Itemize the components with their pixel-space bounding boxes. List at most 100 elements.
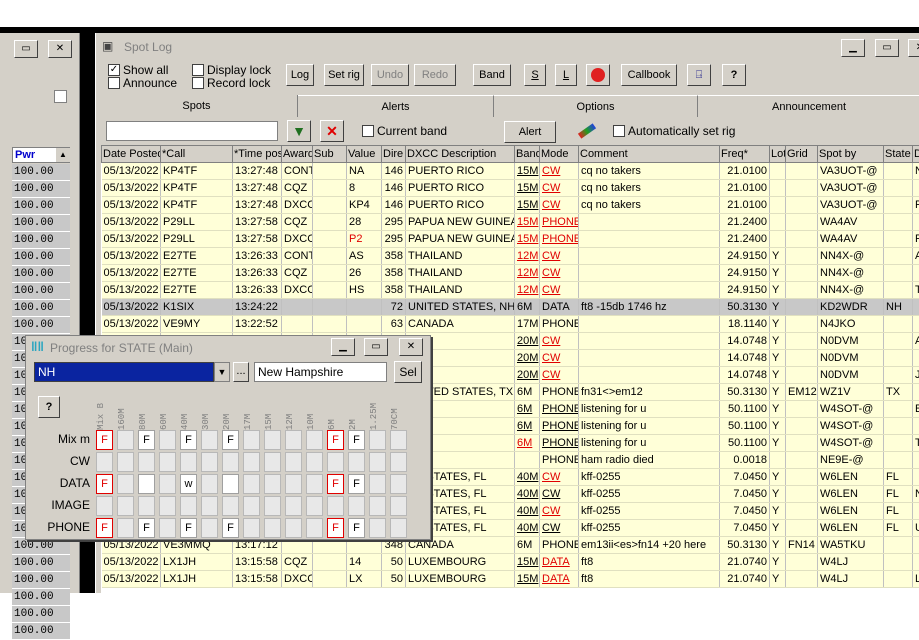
column-header[interactable]: Award xyxy=(282,146,313,163)
progress-cell[interactable]: F xyxy=(96,474,113,494)
column-header[interactable]: *Time pos xyxy=(233,146,282,163)
column-header[interactable]: DXCC Description xyxy=(406,146,515,163)
progress-cell[interactable]: F xyxy=(348,474,365,494)
pwr-cell[interactable]: 100.00 xyxy=(12,317,70,334)
progress-cell[interactable] xyxy=(117,474,134,494)
progress-cell[interactable] xyxy=(306,474,323,494)
close-button[interactable]: ✕ xyxy=(48,40,72,58)
progress-cell[interactable] xyxy=(390,518,407,538)
progress-cell[interactable] xyxy=(285,452,302,472)
progress-cell[interactable] xyxy=(117,496,134,516)
progress-cell[interactable] xyxy=(159,474,176,494)
set-rig-button[interactable]: Set rig xyxy=(324,64,364,86)
pwr-cell[interactable]: 100.00 xyxy=(12,572,70,589)
pwr-cell[interactable]: 100.00 xyxy=(12,181,70,198)
progress-cell[interactable] xyxy=(369,474,386,494)
pwr-cell[interactable]: 100.00 xyxy=(12,198,70,215)
table-row[interactable]: 05/13/2022KP4TF13:27:48CONTNA146PUERTO R… xyxy=(102,163,919,180)
table-row[interactable]: 05/13/2022P29LL13:27:58DXCCP2295PAPUA NE… xyxy=(102,231,919,248)
clear-filter-button[interactable]: ✕ xyxy=(320,120,344,142)
progress-cell[interactable] xyxy=(201,430,218,450)
pwr-cell[interactable]: 100.00 xyxy=(12,164,70,181)
progress-cell[interactable] xyxy=(327,452,344,472)
scroll-up-icon[interactable]: ▲ xyxy=(56,148,70,162)
progress-cell[interactable] xyxy=(369,452,386,472)
maximize-button[interactable]: ▭ xyxy=(364,338,388,356)
pwr-cell[interactable]: 100.00 xyxy=(12,623,70,640)
column-header[interactable]: Comment xyxy=(579,146,720,163)
table-row[interactable]: 05/13/2022LX1JH13:15:58CQZ1450LUXEMBOURG… xyxy=(102,554,919,571)
progress-cell[interactable] xyxy=(348,452,365,472)
announce-checkbox[interactable]: Announce xyxy=(108,76,177,90)
table-row[interactable]: 05/13/2022KP4TF13:27:48CQZ8146PUERTO RIC… xyxy=(102,180,919,197)
progress-cell[interactable]: F xyxy=(96,430,113,450)
band-button[interactable]: Band xyxy=(473,64,511,86)
progress-cell[interactable]: F xyxy=(348,430,365,450)
progress-cell[interactable] xyxy=(222,452,239,472)
progress-cell[interactable]: F xyxy=(138,430,155,450)
progress-cell[interactable] xyxy=(243,518,260,538)
progress-cell[interactable] xyxy=(264,474,281,494)
table-row[interactable]: 05/13/2022E27TE13:26:33CONTAS358THAILAND… xyxy=(102,248,919,265)
table-row[interactable]: 05/13/2022K1SIX13:24:2272UNITED STATES, … xyxy=(102,299,919,316)
progress-cell[interactable] xyxy=(138,452,155,472)
progress-cell[interactable] xyxy=(243,474,260,494)
tab-spots[interactable]: Spots xyxy=(96,95,298,117)
progress-cell[interactable] xyxy=(159,518,176,538)
progress-cell[interactable] xyxy=(243,496,260,516)
progress-cell[interactable] xyxy=(96,496,113,516)
progress-cell[interactable] xyxy=(306,430,323,450)
exit-door-button[interactable]: ⍈ xyxy=(687,64,711,86)
progress-cell[interactable] xyxy=(285,430,302,450)
column-header[interactable]: Date Posted xyxy=(102,146,161,163)
progress-cell[interactable]: F xyxy=(180,518,197,538)
progress-cell[interactable] xyxy=(369,518,386,538)
progress-cell[interactable] xyxy=(369,430,386,450)
progress-cell[interactable] xyxy=(264,452,281,472)
progress-cell[interactable] xyxy=(201,452,218,472)
progress-cell[interactable]: w xyxy=(180,474,197,494)
pwr-cell[interactable]: 100.00 xyxy=(12,589,70,606)
progress-cell[interactable]: F xyxy=(222,518,239,538)
progress-cell[interactable] xyxy=(285,496,302,516)
show-all-checkbox[interactable]: ✓Show all xyxy=(108,63,168,77)
column-header[interactable]: Dire xyxy=(382,146,406,163)
progress-cell[interactable] xyxy=(159,452,176,472)
log-button[interactable]: Log xyxy=(286,64,314,86)
callbook-button[interactable]: Callbook xyxy=(621,64,677,86)
alert-button[interactable]: Alert xyxy=(504,121,556,143)
column-header[interactable]: Value xyxy=(347,146,382,163)
tab-announcement[interactable]: Announcement xyxy=(698,95,919,117)
column-header[interactable]: Lot xyxy=(770,146,786,163)
help-button[interactable]: ? xyxy=(722,64,746,86)
progress-cell[interactable] xyxy=(390,474,407,494)
progress-cell[interactable] xyxy=(243,430,260,450)
progress-cell[interactable] xyxy=(306,452,323,472)
column-header[interactable]: Sub xyxy=(313,146,347,163)
table-row[interactable]: 05/13/2022VE9MY13:22:5263CANADA17MPHONE1… xyxy=(102,316,919,333)
redo-button[interactable]: Redo xyxy=(414,64,456,86)
chevron-down-icon[interactable]: ▼ xyxy=(214,362,230,382)
column-header[interactable]: Band xyxy=(515,146,540,163)
pwr-cell[interactable]: 100.00 xyxy=(12,249,70,266)
tab-options[interactable]: Options xyxy=(494,95,698,117)
minimize-button[interactable]: ▁ xyxy=(841,39,865,57)
tab-alerts[interactable]: Alerts xyxy=(298,95,494,117)
state-dropdown[interactable]: NH xyxy=(34,362,214,382)
progress-cell[interactable] xyxy=(264,518,281,538)
pwr-cell[interactable]: 100.00 xyxy=(12,555,70,572)
pwr-cell[interactable]: 100.00 xyxy=(12,215,70,232)
stop-button[interactable] xyxy=(586,64,610,86)
current-band-checkbox[interactable]: Current band xyxy=(362,124,447,138)
progress-cell[interactable]: F xyxy=(327,430,344,450)
progress-cell[interactable] xyxy=(264,430,281,450)
progress-cell[interactable] xyxy=(264,496,281,516)
close-button[interactable]: ✕ xyxy=(908,39,919,57)
progress-cell[interactable]: F xyxy=(96,518,113,538)
progress-cell[interactable] xyxy=(117,430,134,450)
filter-button[interactable]: ▼ xyxy=(287,120,311,142)
left-window-checkbox[interactable] xyxy=(54,90,67,103)
progress-cell[interactable] xyxy=(201,474,218,494)
table-row[interactable]: 05/13/2022E27TE13:26:33DXCCHS358THAILAND… xyxy=(102,282,919,299)
progress-cell[interactable] xyxy=(390,496,407,516)
